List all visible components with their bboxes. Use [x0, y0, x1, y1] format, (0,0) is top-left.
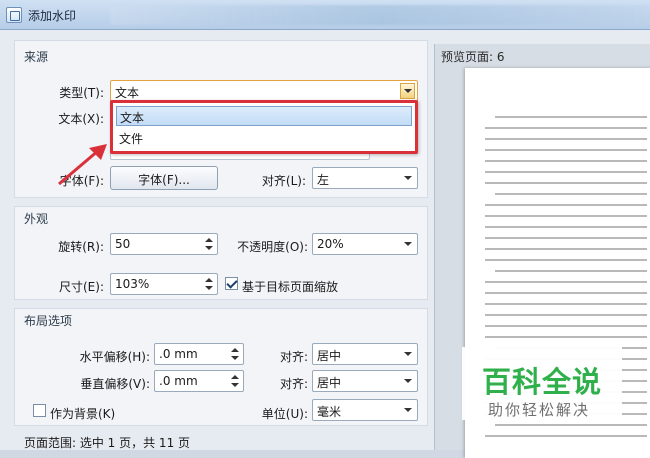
preview-text-line [495, 270, 647, 272]
preview-text-line [485, 149, 647, 151]
dropdown-option-text[interactable]: 文本 [116, 106, 412, 126]
v-offset-label: 垂直偏移(V): [80, 377, 150, 391]
background-checkbox[interactable] [33, 404, 46, 417]
preview-text-line [485, 314, 647, 316]
background-checkbox-label: 作为背景(K) [50, 407, 116, 421]
preview-text-line [485, 182, 647, 184]
spin-down-icon[interactable] [205, 286, 213, 290]
layout-group-title: 布局选项 [24, 314, 73, 328]
blurred-toolbar [110, 5, 650, 25]
type-select[interactable]: 文本 [110, 80, 418, 102]
page-range-text: 页面范围: 选中 1 页，共 11 页 [24, 436, 191, 450]
align-select-value: 左 [317, 173, 330, 187]
annotation-arrow-icon [58, 144, 107, 186]
h-offset-label: 水平偏移(H): [79, 350, 150, 364]
app-icon [6, 7, 22, 23]
site-watermark: 百科全说 助你轻松解决 [462, 347, 622, 420]
chevron-down-icon [404, 379, 412, 383]
type-select-value: 文本 [115, 86, 140, 100]
font-button[interactable]: 字体(F)... [110, 166, 218, 190]
window-titlebar: 添加水印 [0, 0, 650, 30]
watermark-dialog: 来源 类型(T): 文本 文本(X): 字体(F): 字体(F)... 对齐(L… [0, 30, 650, 458]
text-label: 文本(X): [58, 112, 104, 126]
v-offset-spinner[interactable]: .0 mm [154, 370, 244, 392]
v-align-value: 居中 [317, 376, 342, 390]
preview-text-line [485, 160, 647, 162]
preview-text-line [485, 215, 647, 217]
chevron-down-icon [404, 89, 412, 93]
opacity-select[interactable]: 20% [312, 233, 418, 255]
preview-text-line [485, 171, 647, 173]
preview-text-line [485, 336, 647, 338]
preview-text-line [495, 116, 647, 118]
h-offset-value: .0 mm [159, 347, 198, 361]
spin-down-icon[interactable] [231, 356, 239, 360]
spin-up-icon[interactable] [205, 238, 213, 242]
preview-text-line [485, 292, 647, 294]
preview-text-line [485, 138, 647, 140]
chevron-down-icon [404, 408, 412, 412]
preview-text-line [485, 248, 647, 250]
size-label: 尺寸(E): [59, 280, 104, 294]
preview-text-line [485, 226, 647, 228]
opacity-label: 不透明度(O): [237, 240, 308, 254]
preview-text-line [485, 325, 647, 327]
preview-text-line [485, 303, 647, 305]
window-title: 添加水印 [28, 9, 77, 23]
v-align-label: 对齐: [279, 377, 308, 391]
preview-label: 预览页面: 6 [441, 50, 505, 64]
spin-up-icon[interactable] [231, 375, 239, 379]
preview-text-line [485, 237, 647, 239]
opacity-value: 20% [317, 237, 344, 251]
site-watermark-title: 百科全说 [482, 365, 603, 399]
preview-text-line [485, 127, 647, 129]
appearance-group-title: 外观 [24, 212, 49, 226]
preview-text-line [485, 435, 647, 437]
source-group-title: 来源 [24, 50, 49, 64]
align-select[interactable]: 左 [312, 167, 418, 189]
spin-down-icon[interactable] [231, 383, 239, 387]
scale-checkbox[interactable] [225, 277, 238, 290]
preview-text-line [485, 204, 647, 206]
size-spinner[interactable]: 103% [110, 273, 218, 295]
h-align-label: 对齐: [279, 350, 308, 364]
preview-text-line [495, 424, 647, 426]
type-label: 类型(T): [59, 86, 104, 100]
spin-down-icon[interactable] [205, 246, 213, 250]
site-watermark-subtitle: 助你轻松解决 [488, 401, 591, 419]
preview-text-line [485, 259, 647, 261]
size-value: 103% [115, 277, 150, 291]
h-align-select[interactable]: 居中 [312, 343, 418, 365]
chevron-down-icon [404, 352, 412, 356]
dropdown-option-file[interactable]: 文件 [116, 128, 412, 148]
unit-select[interactable]: 毫米 [312, 399, 418, 421]
h-align-value: 居中 [317, 349, 342, 363]
h-offset-spinner[interactable]: .0 mm [154, 343, 244, 365]
align-label: 对齐(L): [261, 174, 306, 188]
spin-up-icon[interactable] [231, 348, 239, 352]
preview-text-line [485, 281, 647, 283]
v-offset-value: .0 mm [159, 374, 198, 388]
type-dropdown-list: 文本 文件 [110, 100, 418, 154]
chevron-down-icon [404, 176, 412, 180]
scale-checkbox-label: 基于目标页面缩放 [242, 280, 339, 294]
v-align-select[interactable]: 居中 [312, 370, 418, 392]
rotation-spinner[interactable]: 50 [110, 233, 218, 255]
rotation-value: 50 [115, 237, 131, 251]
unit-value: 毫米 [317, 405, 342, 419]
preview-text-line [495, 193, 647, 195]
unit-label: 单位(U): [261, 407, 308, 421]
chevron-down-icon [404, 242, 412, 246]
rotation-label: 旋转(R): [58, 240, 104, 254]
spin-up-icon[interactable] [205, 278, 213, 282]
